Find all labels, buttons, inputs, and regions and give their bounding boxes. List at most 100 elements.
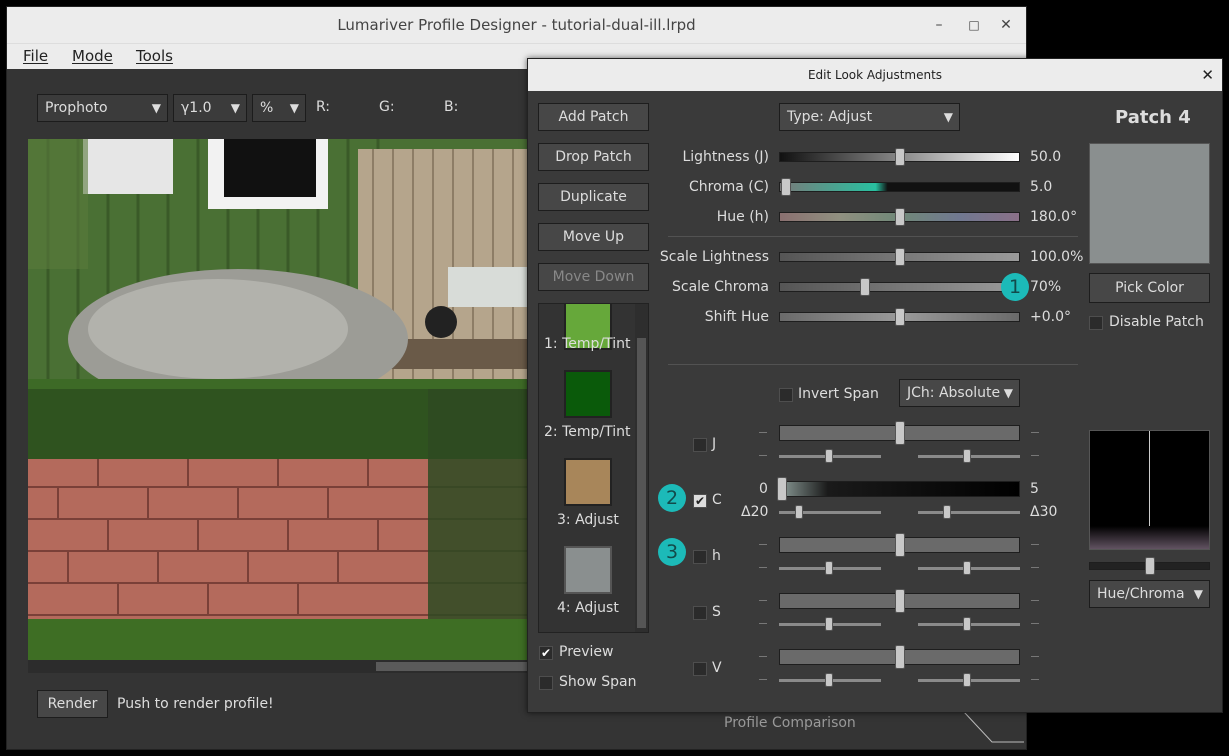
- list-item[interactable]: 3: Adjust: [539, 450, 635, 538]
- slider-handle[interactable]: [895, 208, 905, 226]
- scale-chroma-slider[interactable]: [779, 278, 1020, 296]
- slider-handle[interactable]: [895, 308, 905, 326]
- slider-handle[interactable]: [943, 505, 951, 519]
- scale-lightness-label: Scale Lightness: [659, 249, 769, 265]
- slider-handle[interactable]: [963, 561, 971, 575]
- slider-handle[interactable]: [1145, 557, 1155, 575]
- span-j-checkbox[interactable]: [693, 438, 707, 452]
- patch-label: 3: Adjust: [557, 512, 619, 528]
- span-c-width-high[interactable]: [918, 511, 1020, 514]
- slider-handle[interactable]: [895, 421, 905, 445]
- span-c-slider[interactable]: [777, 477, 1020, 501]
- span-c-checkbox[interactable]: ✔: [693, 494, 707, 508]
- slider-handle[interactable]: [895, 533, 905, 557]
- hue-label: Hue (h): [716, 209, 769, 225]
- colorspace-select[interactable]: Prophoto ▼: [37, 94, 168, 122]
- span-c-label: C: [712, 492, 722, 508]
- hue-value: 180.0°: [1030, 209, 1078, 225]
- slider-handle[interactable]: [781, 178, 791, 196]
- step-badge-3: 3: [658, 538, 686, 566]
- chroma-value: 5.0: [1030, 179, 1053, 195]
- hue-slider[interactable]: [779, 208, 1020, 226]
- shift-hue-slider[interactable]: [779, 308, 1020, 326]
- span-h-slider[interactable]: [779, 533, 1020, 557]
- menu-file[interactable]: File: [23, 47, 48, 65]
- scrollbar-thumb[interactable]: [637, 338, 646, 628]
- slider-handle[interactable]: [895, 148, 905, 166]
- slider-handle[interactable]: [777, 477, 787, 501]
- lightness-slider[interactable]: [779, 148, 1020, 166]
- disable-patch-checkbox[interactable]: [1089, 316, 1103, 330]
- span-j-slider[interactable]: [779, 421, 1020, 445]
- maximize-button[interactable]: □: [959, 7, 989, 43]
- show-span-checkbox[interactable]: [539, 676, 553, 690]
- span-c-delta-low: Δ20: [741, 504, 769, 520]
- span-s-slider[interactable]: [779, 589, 1020, 613]
- slider-handle[interactable]: [825, 561, 833, 575]
- span-dash: [1031, 455, 1039, 456]
- gamma-select[interactable]: γ1.0 ▼: [173, 94, 247, 122]
- span-h-checkbox[interactable]: [693, 550, 707, 564]
- slider-handle[interactable]: [825, 617, 833, 631]
- render-button[interactable]: Render: [37, 690, 108, 718]
- list-item[interactable]: 2: Temp/Tint: [539, 362, 635, 450]
- unit-select[interactable]: % ▼: [252, 94, 306, 122]
- span-mode-select[interactable]: JCh: Absolute ▼: [899, 379, 1020, 407]
- move-down-button[interactable]: Move Down: [538, 263, 649, 291]
- slider-handle[interactable]: [963, 617, 971, 631]
- menu-tools[interactable]: Tools: [136, 47, 173, 65]
- slider-handle[interactable]: [895, 589, 905, 613]
- slider-handle[interactable]: [825, 673, 833, 687]
- slider-handle[interactable]: [963, 449, 971, 463]
- plot-slider[interactable]: [1089, 557, 1210, 575]
- dialog-title-bar: Edit Look Adjustments ✕: [528, 59, 1222, 91]
- slider-handle[interactable]: [895, 645, 905, 669]
- scale-chroma-value: 70%: [1030, 279, 1062, 295]
- add-patch-button[interactable]: Add Patch: [538, 103, 649, 131]
- slider-handle[interactable]: [795, 505, 803, 519]
- hue-chroma-plot[interactable]: [1089, 430, 1210, 550]
- span-v-checkbox[interactable]: [693, 662, 707, 676]
- drop-patch-button[interactable]: Drop Patch: [538, 143, 649, 171]
- move-up-button[interactable]: Move Up: [538, 223, 649, 251]
- menu-mode[interactable]: Mode: [72, 47, 113, 65]
- scale-lightness-slider[interactable]: [779, 248, 1020, 266]
- title-bar: Lumariver Profile Designer - tutorial-du…: [7, 7, 1026, 43]
- patch-swatch: [564, 458, 612, 506]
- duplicate-button[interactable]: Duplicate: [538, 183, 649, 211]
- close-icon[interactable]: ✕: [1201, 59, 1214, 91]
- invert-span-checkbox[interactable]: [779, 388, 793, 402]
- chroma-slider[interactable]: [779, 178, 1020, 196]
- chevron-down-icon: ▼: [151, 101, 161, 115]
- slider-handle[interactable]: [860, 278, 870, 296]
- chevron-down-icon: ▼: [230, 101, 240, 115]
- minimize-button[interactable]: –: [924, 7, 954, 43]
- patch-list-scrollbar[interactable]: [635, 304, 648, 632]
- r-readout-label: R:: [316, 99, 331, 115]
- close-button[interactable]: ✕: [991, 7, 1021, 43]
- patch-swatch: [564, 370, 612, 418]
- span-s-checkbox[interactable]: [693, 606, 707, 620]
- list-item[interactable]: 1: Temp/Tint: [539, 304, 635, 362]
- list-item[interactable]: 4: Adjust: [539, 538, 635, 626]
- preview-checkbox[interactable]: ✔: [539, 646, 553, 660]
- pick-color-button[interactable]: Pick Color: [1089, 273, 1210, 303]
- span-v-slider[interactable]: [779, 645, 1020, 669]
- type-value: Type: Adjust: [787, 109, 873, 125]
- slider-handle[interactable]: [825, 449, 833, 463]
- span-dash: [1031, 600, 1039, 601]
- image-preview[interactable]: [28, 139, 529, 660]
- horizontal-scrollbar[interactable]: [28, 660, 529, 673]
- render-hint: Push to render profile!: [117, 696, 274, 712]
- divider: [668, 236, 1078, 237]
- span-h-label: h: [712, 548, 721, 564]
- patch-list[interactable]: 1: Temp/Tint 2: Temp/Tint 3: Adjust 4: A…: [538, 303, 649, 633]
- type-select[interactable]: Type: Adjust ▼: [779, 103, 960, 131]
- slider-handle[interactable]: [963, 673, 971, 687]
- span-c-min: 0: [759, 481, 768, 497]
- plot-mode-select[interactable]: Hue/Chroma ▼: [1089, 580, 1210, 608]
- tab-profile-comparison[interactable]: Profile Comparison: [724, 715, 856, 731]
- span-v-label: V: [712, 660, 722, 676]
- scrollbar-thumb[interactable]: [376, 662, 529, 671]
- slider-handle[interactable]: [895, 248, 905, 266]
